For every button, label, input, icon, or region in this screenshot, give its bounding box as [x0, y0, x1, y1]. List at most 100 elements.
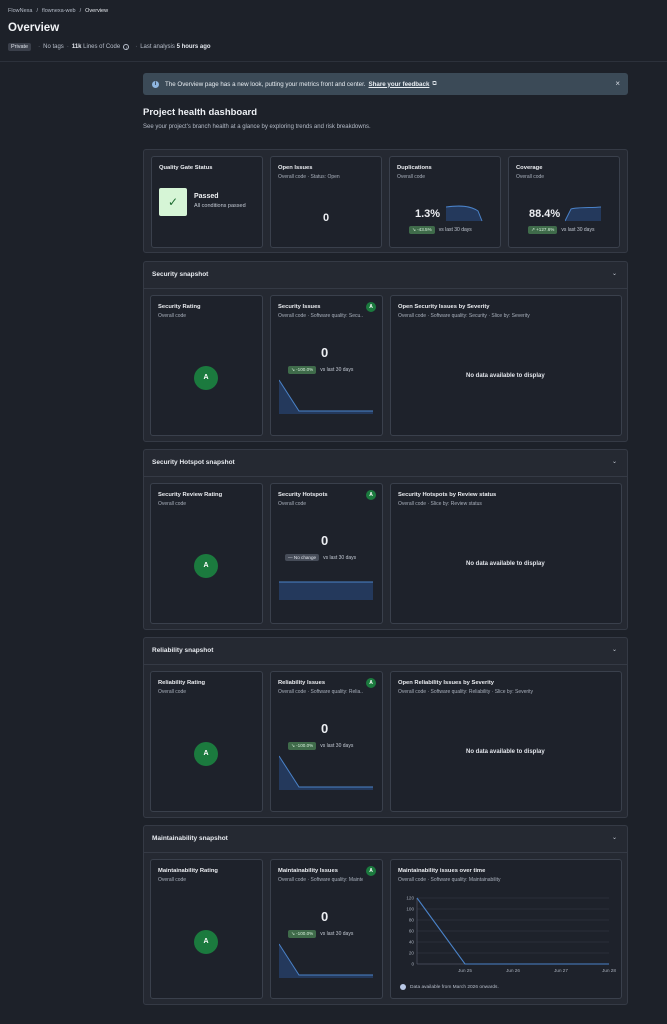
duplications-sparkline	[446, 205, 483, 222]
loc-label: Lines of Code	[83, 44, 121, 50]
coverage-card[interactable]: Coverage Overall code 88.4% ↗ +127.6% vs…	[508, 156, 620, 248]
reliability-issues-value: 0	[321, 721, 329, 736]
panel-header[interactable]: Reliability snapshot ⌄	[144, 638, 627, 665]
reliability-issues-card[interactable]: Reliability Issues Overall code · Softwa…	[270, 671, 383, 812]
dashboard-title: Project health dashboard	[143, 107, 258, 118]
panel-title: Reliability snapshot	[152, 647, 214, 654]
top-bar: FlowNexa / flownexa-web / Overview Overview …	[0, 0, 667, 62]
y-tick-label: 0	[411, 962, 414, 967]
coverage-value: 88.4%	[529, 208, 561, 220]
maintainability-line-chart: 0 20 40 60 80 100 120 Jun 25 Jun 26 Jun 27 Jun 28	[406, 896, 616, 973]
panel-header[interactable]: Maintainability snapshot ⌄	[144, 826, 627, 853]
x-tick-label: Jun 26	[506, 968, 520, 973]
summary-panel: Quality Gate Status ✓ Passed All conditi…	[143, 149, 628, 253]
empty-state: No data available to display	[466, 561, 545, 567]
card-title: Maintainability issues over time	[398, 868, 486, 874]
duplications-card[interactable]: Duplications Overall code 1.3% ↘ -43.5% …	[389, 156, 501, 248]
card-subtitle: Overall code · Slice by: Review status	[398, 501, 482, 507]
breadcrumb-current: Overview	[85, 8, 109, 14]
feedback-link[interactable]: Share your feedback	[369, 81, 430, 88]
trend-badge: — No change	[285, 554, 320, 561]
duplications-value: 1.3%	[415, 208, 441, 220]
security-issues-card[interactable]: Security Issues Overall code · Software …	[270, 295, 383, 436]
breadcrumb-org[interactable]: FlowNexa	[8, 8, 32, 14]
card-subtitle: Overall code · Software quality: Securit…	[398, 313, 530, 319]
legend-text: Data available from March 2026 onwards.	[410, 984, 499, 990]
analysis-label: Last analysis	[140, 44, 175, 50]
quality-gate-card[interactable]: Quality Gate Status ✓ Passed All conditi…	[151, 156, 263, 248]
card-subtitle: Overall code · Software quality: Secu...	[278, 313, 363, 319]
y-tick-label: 100	[406, 907, 414, 912]
card-title: Maintainability Rating	[158, 868, 218, 874]
y-tick-label: 20	[409, 951, 415, 956]
card-title: Open Reliability Issues by Severity	[398, 680, 495, 686]
panel-header[interactable]: Security snapshot ⌄	[144, 262, 627, 289]
rating-badge: A	[366, 678, 376, 688]
info-icon[interactable]: i	[123, 44, 130, 50]
card-title: Security Hotspots by Review status	[398, 492, 497, 498]
card-subtitle: Overall code · Software quality: Mainte.…	[278, 877, 363, 883]
security-issues-sparkline	[279, 379, 373, 414]
maintainability-chart-card: Maintainability issues over time Overall…	[390, 859, 622, 999]
card-title: Duplications	[397, 165, 432, 171]
x-tick-label: Jun 28	[602, 968, 616, 973]
trend-badge: ↘ -100.0%	[288, 366, 317, 374]
rating-badge: A	[194, 930, 218, 954]
maintainability-panel: Maintainability snapshot ⌄ Maintainabili…	[143, 825, 628, 1005]
chevron-down-icon[interactable]: ⌄	[612, 646, 617, 653]
breadcrumb-project[interactable]: flownexa-web	[42, 8, 76, 14]
card-title: Reliability Rating	[158, 680, 206, 686]
card-title: Open Security Issues by Severity	[398, 304, 490, 310]
security-review-rating-card[interactable]: Security Review Rating Overall code A	[150, 483, 263, 624]
security-panel: Security snapshot ⌄ Security Rating Over…	[143, 261, 628, 442]
maintainability-issues-card[interactable]: Maintainability Issues Overall code · So…	[270, 859, 383, 999]
security-rating-card[interactable]: Security Rating Overall code A	[150, 295, 263, 436]
external-link-icon: ⧉	[432, 80, 437, 87]
reliability-issues-trend: ↘ -100.0% vs last 30 days	[288, 742, 353, 750]
trend-badge: ↘ -43.5%	[409, 226, 435, 234]
panel-header[interactable]: Security Hotspot snapshot ⌄	[144, 450, 627, 477]
banner-text: The Overview page has a new look, puttin…	[165, 80, 366, 88]
card-title: Maintainability Issues	[278, 868, 338, 874]
open-issues-card[interactable]: Open Issues Overall code · Status: Open …	[270, 156, 382, 248]
maintainability-rating-card[interactable]: Maintainability Rating Overall code A	[150, 859, 263, 999]
trend-badge: ↗ +127.6%	[528, 226, 558, 234]
card-subtitle: Overall code · Software quality: Relia..…	[278, 689, 363, 695]
maintainability-issues-trend: ↘ -100.0% vs last 30 days	[288, 930, 353, 938]
empty-state: No data available to display	[466, 749, 545, 755]
chevron-down-icon[interactable]: ⌄	[612, 834, 617, 841]
panel-title: Maintainability snapshot	[152, 835, 228, 842]
security-issues-trend: ↘ -100.0% vs last 30 days	[288, 366, 353, 374]
x-tick-label: Jun 25	[458, 968, 472, 973]
coverage-sparkline	[565, 206, 602, 222]
chevron-down-icon[interactable]: ⌄	[612, 270, 617, 277]
hotspots-sparkline	[279, 581, 373, 600]
quality-gate-status: Passed	[194, 193, 219, 200]
y-tick-label: 40	[409, 940, 415, 945]
page-title: Overview	[8, 22, 60, 34]
card-subtitle: Overall code	[397, 174, 426, 180]
card-subtitle: Overall code	[278, 501, 307, 507]
card-title: Open Issues	[278, 165, 313, 171]
loc-value: 11k	[71, 44, 82, 50]
trend-badge: ↘ -100.0%	[288, 930, 317, 938]
project-meta: Private · No tags · 11k Lines of Code i …	[8, 43, 211, 51]
quality-gate-detail: All conditions passed	[194, 203, 246, 209]
reliability-rating-card[interactable]: Reliability Rating Overall code A	[150, 671, 263, 812]
rating-badge: A	[366, 866, 376, 876]
reliability-panel: Reliability snapshot ⌄ Reliability Ratin…	[143, 637, 628, 818]
security-hotspots-card[interactable]: Security Hotspots Overall code A 0 — No …	[270, 483, 383, 624]
hotspots-value: 0	[321, 533, 329, 548]
card-subtitle: Overall code	[158, 313, 187, 319]
close-icon[interactable]: ×	[615, 79, 620, 88]
tags-label[interactable]: No tags	[43, 44, 64, 50]
card-subtitle: Overall code	[158, 501, 187, 507]
chevron-down-icon[interactable]: ⌄	[612, 458, 617, 465]
duplications-trend: ↘ -43.5% vs last 30 days	[409, 226, 472, 234]
new-look-banner: i The Overview page has a new look, putt…	[143, 73, 628, 95]
card-title: Security Hotspots	[278, 492, 328, 498]
security-issues-value: 0	[321, 345, 329, 360]
legend-dot	[400, 984, 406, 990]
hotspots-breakdown-card: Security Hotspots by Review status Overa…	[390, 483, 622, 624]
hotspot-panel: Security Hotspot snapshot ⌄ Security Rev…	[143, 449, 628, 630]
